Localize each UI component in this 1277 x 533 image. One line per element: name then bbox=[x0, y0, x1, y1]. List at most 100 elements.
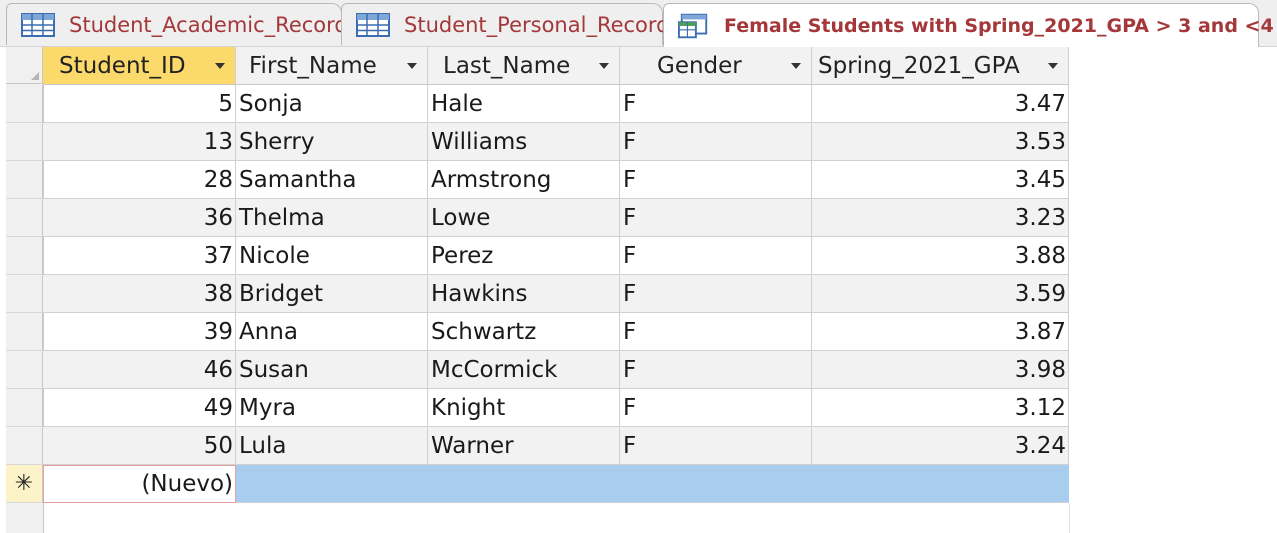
sort-filter-arrow-icon[interactable] bbox=[791, 62, 801, 69]
last-name-cell[interactable]: Hawkins bbox=[428, 275, 620, 313]
new-record-gender-cell[interactable] bbox=[620, 465, 812, 503]
student-id-cell[interactable]: 39 bbox=[43, 313, 236, 351]
gender-cell[interactable]: F bbox=[620, 427, 812, 465]
new-record-row[interactable]: ✳ (Nuevo) bbox=[0, 465, 1277, 503]
table-row[interactable]: 37 Nicole Perez F 3.88 bbox=[0, 237, 1277, 275]
student-id-cell[interactable]: 13 bbox=[43, 123, 236, 161]
last-name-cell[interactable]: Hale bbox=[428, 85, 620, 123]
record-selector[interactable] bbox=[6, 389, 43, 427]
gender-cell[interactable]: F bbox=[620, 161, 812, 199]
gpa-cell[interactable]: 3.59 bbox=[812, 275, 1069, 313]
last-name-cell[interactable]: Warner bbox=[428, 427, 620, 465]
first-name-cell[interactable]: Nicole bbox=[236, 237, 428, 275]
gender-cell[interactable]: F bbox=[620, 237, 812, 275]
new-record-marker[interactable]: ✳ bbox=[6, 465, 43, 503]
column-header-first-name[interactable]: First_Name bbox=[236, 47, 428, 85]
table-row[interactable]: 46 Susan McCormick F 3.98 bbox=[0, 351, 1277, 389]
table-row[interactable]: 50 Lula Warner F 3.24 bbox=[0, 427, 1277, 465]
last-name-cell[interactable]: Armstrong bbox=[428, 161, 620, 199]
record-selector[interactable] bbox=[6, 123, 43, 161]
new-record-gpa-cell[interactable] bbox=[812, 465, 1069, 503]
sort-filter-arrow-icon[interactable] bbox=[599, 62, 609, 69]
gender-cell[interactable]: F bbox=[620, 123, 812, 161]
gender-cell[interactable]: F bbox=[620, 85, 812, 123]
gpa-cell[interactable]: 3.45 bbox=[812, 161, 1069, 199]
first-name-cell[interactable]: Susan bbox=[236, 351, 428, 389]
record-selector[interactable] bbox=[6, 161, 43, 199]
record-selector[interactable] bbox=[6, 199, 43, 237]
last-name-cell[interactable]: McCormick bbox=[428, 351, 620, 389]
student-id-cell[interactable]: 38 bbox=[43, 275, 236, 313]
table-row[interactable]: 28 Samantha Armstrong F 3.45 bbox=[0, 161, 1277, 199]
sort-filter-arrow-icon[interactable] bbox=[1048, 62, 1058, 69]
student-id-cell[interactable]: 5 bbox=[43, 85, 236, 123]
gpa-cell[interactable]: 3.12 bbox=[812, 389, 1069, 427]
table-row[interactable]: 36 Thelma Lowe F 3.23 bbox=[0, 199, 1277, 237]
gender-cell[interactable]: F bbox=[620, 275, 812, 313]
table-icon bbox=[356, 12, 390, 37]
record-selector[interactable] bbox=[6, 275, 43, 313]
gpa-cell[interactable]: 3.24 bbox=[812, 427, 1069, 465]
column-header-label: Gender bbox=[657, 52, 742, 79]
first-name-cell[interactable]: Bridget bbox=[236, 275, 428, 313]
table-row[interactable]: 49 Myra Knight F 3.12 bbox=[0, 389, 1277, 427]
gpa-cell[interactable]: 3.53 bbox=[812, 123, 1069, 161]
sort-filter-arrow-icon[interactable] bbox=[407, 62, 417, 69]
record-selector[interactable] bbox=[6, 237, 43, 275]
column-header-gender[interactable]: Gender bbox=[620, 47, 812, 85]
tab-label: Female Students with Spring_2021_GPA > 3… bbox=[724, 14, 1274, 37]
table-row[interactable]: 5 Sonja Hale F 3.47 bbox=[0, 85, 1277, 123]
gpa-cell[interactable]: 3.98 bbox=[812, 351, 1069, 389]
last-name-cell[interactable]: Williams bbox=[428, 123, 620, 161]
new-record-first-name-cell[interactable] bbox=[236, 465, 428, 503]
sort-filter-arrow-icon[interactable] bbox=[215, 62, 225, 69]
gender-cell[interactable]: F bbox=[620, 351, 812, 389]
student-id-cell[interactable]: 28 bbox=[43, 161, 236, 199]
record-selector[interactable] bbox=[6, 427, 43, 465]
gpa-cell[interactable]: 3.88 bbox=[812, 237, 1069, 275]
record-selector[interactable] bbox=[6, 313, 43, 351]
datasheet-grid: Student_ID First_Name Last_Name Gender S… bbox=[0, 47, 1277, 533]
gender-cell[interactable]: F bbox=[620, 199, 812, 237]
last-name-cell[interactable]: Perez bbox=[428, 237, 620, 275]
student-id-cell[interactable]: 36 bbox=[43, 199, 236, 237]
tab-label: Student_Academic_Record bbox=[69, 12, 348, 37]
student-id-cell[interactable]: 49 bbox=[43, 389, 236, 427]
gender-cell[interactable]: F bbox=[620, 389, 812, 427]
column-header-spring-2021-gpa[interactable]: Spring_2021_GPA bbox=[812, 47, 1069, 85]
column-header-last-name[interactable]: Last_Name bbox=[428, 47, 620, 85]
record-selector[interactable] bbox=[6, 85, 43, 123]
gpa-cell[interactable]: 3.87 bbox=[812, 313, 1069, 351]
first-name-cell[interactable]: Lula bbox=[236, 427, 428, 465]
student-id-cell[interactable]: 46 bbox=[43, 351, 236, 389]
tab-female-students-query[interactable]: Female Students with Spring_2021_GPA > 3… bbox=[663, 3, 1274, 47]
gpa-cell[interactable]: 3.23 bbox=[812, 199, 1069, 237]
new-record-last-name-cell[interactable] bbox=[428, 465, 620, 503]
first-name-cell[interactable]: Samantha bbox=[236, 161, 428, 199]
tab-student-personal-record[interactable]: Student_Personal_Record bbox=[341, 3, 670, 45]
new-record-id-cell[interactable]: (Nuevo) bbox=[43, 465, 236, 503]
last-name-cell[interactable]: Schwartz bbox=[428, 313, 620, 351]
student-id-cell[interactable]: 37 bbox=[43, 237, 236, 275]
student-id-cell[interactable]: 50 bbox=[43, 427, 236, 465]
last-name-cell[interactable]: Knight bbox=[428, 389, 620, 427]
column-header-label: First_Name bbox=[249, 52, 377, 79]
first-name-cell[interactable]: Thelma bbox=[236, 199, 428, 237]
table-row[interactable]: 38 Bridget Hawkins F 3.59 bbox=[0, 275, 1277, 313]
select-all-corner[interactable] bbox=[6, 47, 43, 84]
table-row[interactable]: 13 Sherry Williams F 3.53 bbox=[0, 123, 1277, 161]
table-row[interactable]: 39 Anna Schwartz F 3.87 bbox=[0, 313, 1277, 351]
record-selector[interactable] bbox=[6, 351, 43, 389]
first-name-cell[interactable]: Anna bbox=[236, 313, 428, 351]
column-header-label: Spring_2021_GPA bbox=[818, 52, 1020, 79]
first-name-cell[interactable]: Sherry bbox=[236, 123, 428, 161]
table-icon bbox=[21, 12, 55, 37]
gender-cell[interactable]: F bbox=[620, 313, 812, 351]
object-tab-bar: Student_Academic_Record Student_Personal… bbox=[0, 0, 1277, 47]
first-name-cell[interactable]: Myra bbox=[236, 389, 428, 427]
last-name-cell[interactable]: Lowe bbox=[428, 199, 620, 237]
gpa-cell[interactable]: 3.47 bbox=[812, 85, 1069, 123]
tab-student-academic-record[interactable]: Student_Academic_Record bbox=[6, 3, 348, 45]
first-name-cell[interactable]: Sonja bbox=[236, 85, 428, 123]
column-header-student-id[interactable]: Student_ID bbox=[43, 47, 236, 85]
